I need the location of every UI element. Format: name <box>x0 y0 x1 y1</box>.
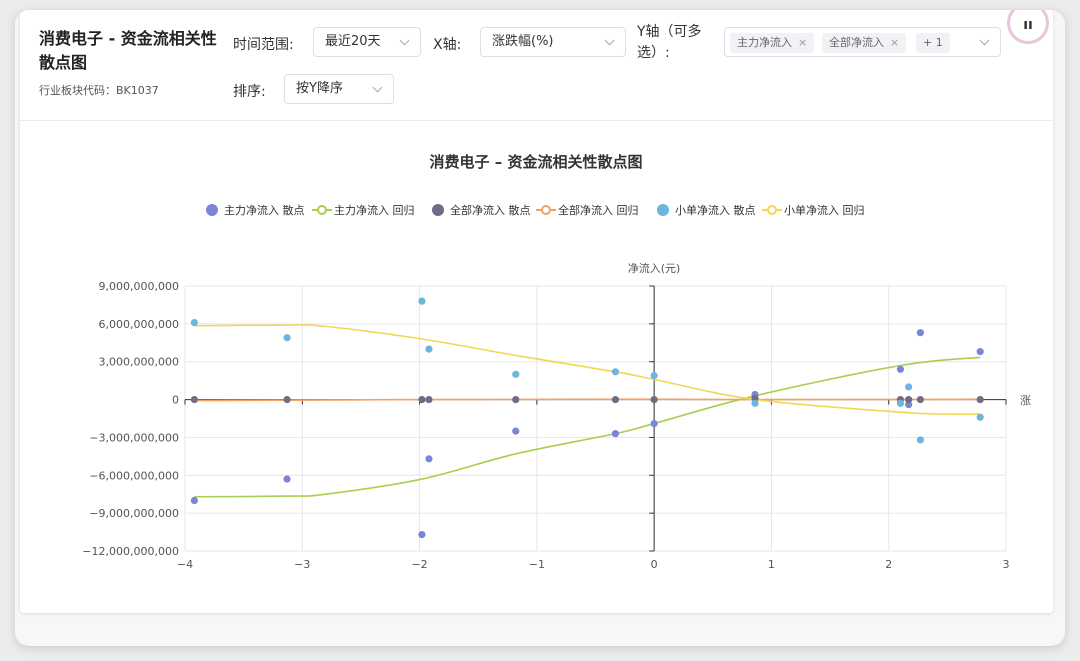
regression-line <box>194 398 981 402</box>
y-tick-label: 9,000,000,000 <box>99 280 179 293</box>
legend-label: 主力净流入 回归 <box>334 203 415 217</box>
scatter-point <box>611 430 620 438</box>
scatter-point <box>650 419 658 428</box>
y-tick-label: −12,000,000,000 <box>82 545 179 558</box>
scatter-point <box>916 329 924 337</box>
chart-card: 消费电子 - 资金流相关性散点图 行业板块代码：BK1037 时间范围: 最近2… <box>20 10 1053 613</box>
x-tick-label: 2 <box>885 558 892 571</box>
y-tag-more[interactable]: + 1 <box>916 33 950 53</box>
y-tick-label: −3,000,000,000 <box>89 431 179 444</box>
scatter-point <box>650 395 658 404</box>
app-window: 消费电子 - 资金流相关性散点图 行业板块代码：BK1037 时间范围: 最近2… <box>15 10 1065 646</box>
scatter-point <box>905 383 913 391</box>
x-axis-value: 涨跌幅(%) <box>492 34 554 49</box>
chart-title: 消费电子 – 资金流相关性散点图 <box>430 153 643 171</box>
legend-marker <box>657 204 669 216</box>
regression-line <box>194 324 981 416</box>
time-range-label: 时间范围: <box>233 37 294 53</box>
time-range-value: 最近20天 <box>325 34 381 49</box>
legend[interactable]: 主力净流入 散点 主力净流入 回归 全部净流入 散点 全部净流入 回归 小单净流入 散点… <box>206 203 865 217</box>
y-tick-label: −9,000,000,000 <box>89 507 179 520</box>
scatter-point <box>190 496 198 505</box>
y-axis-title: 净流入(元) <box>628 261 681 275</box>
scatter-point <box>283 475 291 483</box>
x-axis-select[interactable]: 涨跌幅(%) <box>480 27 626 57</box>
chevron-down-icon <box>979 35 990 46</box>
legend-marker <box>541 205 551 215</box>
scatter-point <box>916 436 924 444</box>
legend-label: 全部净流入 回归 <box>558 203 639 217</box>
y-tick-label: −6,000,000,000 <box>89 469 179 482</box>
scatter-point <box>418 297 426 305</box>
scatter-point <box>283 395 291 404</box>
scatter-point <box>418 395 426 404</box>
series-layer <box>190 297 984 539</box>
x-tick-label: −3 <box>294 558 310 571</box>
x-axis-title: 涨 <box>1020 394 1031 407</box>
x-tick-label: −4 <box>177 558 193 571</box>
y-tick-label: 3,000,000,000 <box>99 356 179 369</box>
avatar[interactable]: ıı <box>1007 10 1049 44</box>
scatter-point <box>512 427 520 435</box>
scatter-point <box>425 345 433 353</box>
scatter-point <box>896 365 905 373</box>
sector-code: 行业板块代码：BK1037 <box>39 84 159 97</box>
legend-label: 主力净流入 散点 <box>224 203 305 217</box>
page-title: 消费电子 - 资金流相关性散点图 <box>39 29 217 72</box>
scatter-point <box>425 455 433 463</box>
regression-line <box>194 356 981 498</box>
chevron-down-icon <box>372 82 383 93</box>
legend-marker <box>317 205 327 215</box>
scatter-point <box>611 395 620 404</box>
scatter-point <box>611 368 620 376</box>
time-range-select[interactable]: 最近20天 <box>313 27 421 57</box>
scatter-point <box>976 348 984 356</box>
scatter-point <box>190 318 198 327</box>
filter-toolbar: 消费电子 - 资金流相关性散点图 行业板块代码：BK1037 时间范围: 最近2… <box>20 10 1053 121</box>
y-tick-label: 0 <box>172 394 179 407</box>
y-tag-all[interactable]: 全部净流入 × <box>822 33 907 53</box>
chevron-down-icon <box>399 35 410 46</box>
legend-marker <box>432 204 444 216</box>
scatter-point <box>896 399 905 407</box>
scatter-point <box>418 530 426 539</box>
y-axis-label: Y轴（可多选）: <box>637 24 702 61</box>
scatter-point <box>512 395 520 404</box>
x-tick-label: −2 <box>411 558 427 571</box>
scatter-point <box>190 395 198 404</box>
y-tag-main[interactable]: 主力净流入 × <box>730 33 815 53</box>
legend-label: 小单净流入 散点 <box>675 203 756 217</box>
scatter-point <box>976 413 984 421</box>
scatter-point <box>512 370 520 378</box>
scatter-chart: 9,000,000,000 6,000,000,000 3,000,000,000 0… <box>82 153 1031 571</box>
sort-select[interactable]: 按Y降序 <box>284 74 394 104</box>
scatter-point <box>905 395 913 404</box>
x-tick-label: 0 <box>651 558 658 571</box>
scatter-point <box>976 395 984 404</box>
x-tick-label: 1 <box>768 558 775 571</box>
sort-value: 按Y降序 <box>296 81 343 96</box>
scatter-point <box>751 399 759 407</box>
close-icon[interactable]: × <box>798 36 807 49</box>
scatter-point <box>283 334 291 342</box>
scatter-point <box>425 395 433 404</box>
chevron-down-icon <box>604 35 615 46</box>
x-axis-label: X轴: <box>433 37 462 53</box>
legend-marker <box>206 204 218 216</box>
legend-marker <box>767 205 777 215</box>
x-tick-label: 3 <box>1003 558 1010 571</box>
x-tick-label: −1 <box>529 558 545 571</box>
legend-label: 全部净流入 散点 <box>450 203 531 217</box>
legend-label: 小单净流入 回归 <box>784 203 865 217</box>
scatter-point <box>650 371 658 380</box>
y-tick-label: 6,000,000,000 <box>99 318 179 331</box>
scatter-point <box>916 395 924 404</box>
close-icon[interactable]: × <box>890 36 899 49</box>
y-axis-multiselect[interactable]: 主力净流入 × 全部净流入 × + 1 <box>724 27 1001 57</box>
sort-label: 排序: <box>233 84 266 100</box>
